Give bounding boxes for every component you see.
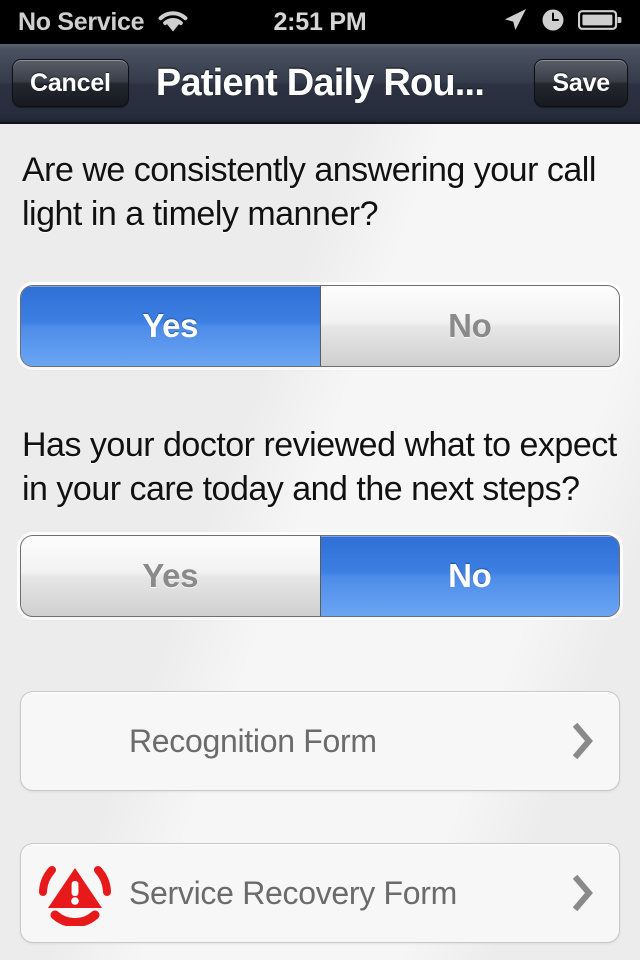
- recognition-form-cell[interactable]: Recognition Form: [20, 691, 620, 791]
- question-1-answer: Yes No: [0, 285, 640, 367]
- cancel-button[interactable]: Cancel: [12, 59, 129, 107]
- form-content: Are we consistently answering your call …: [0, 124, 640, 960]
- question-2-text: Has your doctor reviewed what to expect …: [22, 426, 617, 508]
- segment-1-yes[interactable]: Yes: [21, 286, 320, 366]
- page-title: Patient Daily Rou...: [155, 61, 485, 104]
- red-alert-siren-icon: [32, 856, 118, 931]
- alarm-clock-icon: [541, 8, 565, 37]
- segment-1-no[interactable]: No: [319, 286, 619, 366]
- service-recovery-icon-slot: [21, 844, 129, 942]
- segment-2-no[interactable]: No: [319, 536, 619, 616]
- chevron-right-icon: [571, 720, 597, 762]
- status-bar-right: [502, 7, 622, 38]
- navigation-bar: Cancel Patient Daily Rou... Save: [0, 44, 640, 124]
- wifi-icon: [156, 7, 190, 38]
- segment-2-yes[interactable]: Yes: [21, 536, 320, 616]
- recognition-form-label: Recognition Form: [129, 722, 377, 759]
- recognition-form-icon-slot: [21, 692, 129, 790]
- app-screen: No Service 2:51 PM Cancel Patient Daily …: [0, 0, 640, 960]
- question-2-answer: Yes No: [0, 535, 640, 617]
- status-bar: No Service 2:51 PM: [0, 0, 640, 44]
- question-1-text: Are we consistently answering your call …: [22, 151, 596, 233]
- status-bar-left: No Service: [18, 7, 190, 38]
- recognition-form-row: Recognition Form: [0, 691, 640, 791]
- segmented-control-2[interactable]: Yes No: [20, 535, 620, 617]
- service-recovery-form-cell[interactable]: Service Recovery Form: [20, 843, 620, 943]
- segmented-control-1[interactable]: Yes No: [20, 285, 620, 367]
- battery-icon: [577, 9, 622, 36]
- service-recovery-form-row: Service Recovery Form: [0, 843, 640, 943]
- service-recovery-form-label: Service Recovery Form: [129, 874, 457, 911]
- location-arrow-icon: [502, 7, 528, 38]
- clock-label: 2:51 PM: [273, 7, 367, 36]
- carrier-label: No Service: [18, 7, 145, 36]
- save-button[interactable]: Save: [534, 59, 628, 107]
- chevron-right-icon: [571, 872, 597, 914]
